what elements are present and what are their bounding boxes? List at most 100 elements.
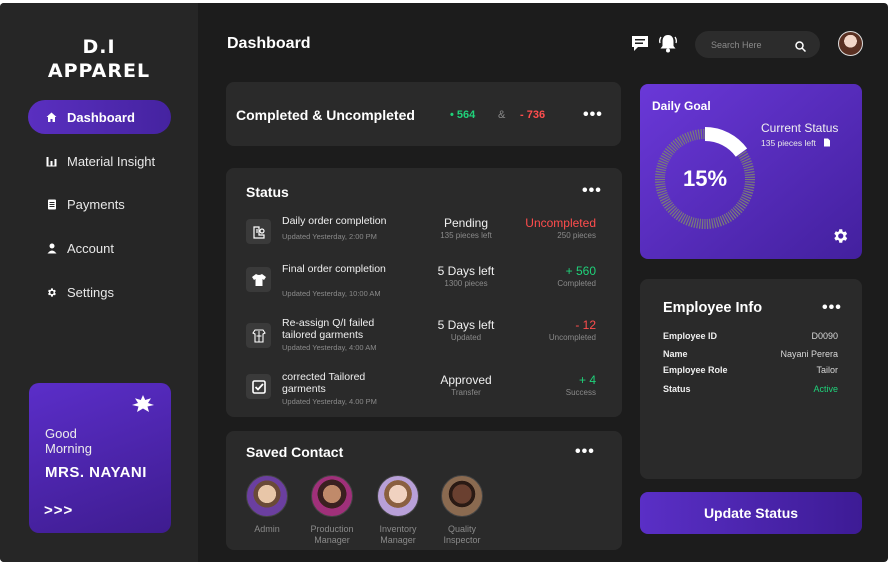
saved-contact-title: Saved Contact bbox=[246, 444, 344, 460]
more-options-button[interactable]: ••• bbox=[575, 444, 595, 460]
chat-icon[interactable] bbox=[631, 35, 649, 57]
contact-label: Quality bbox=[447, 524, 476, 534]
completed-separator: & bbox=[498, 109, 506, 121]
update-status-button[interactable]: Update Status bbox=[640, 492, 862, 534]
gear-icon bbox=[46, 287, 57, 298]
document-icon bbox=[46, 199, 57, 210]
contact-label: Manager bbox=[380, 535, 416, 545]
sidebar-item-dashboard[interactable]: Dashboard bbox=[28, 100, 171, 134]
status-row-result: + 560 bbox=[565, 264, 596, 278]
status-row[interactable]: Daily order completion Updated Yesterday… bbox=[246, 215, 596, 259]
contact-label: Admin bbox=[254, 524, 280, 534]
avatar bbox=[441, 475, 483, 517]
completed-value: • 564 bbox=[450, 109, 476, 121]
brand-line2: APPAREL bbox=[47, 60, 151, 82]
greeting-card: Good Morning MRS. NAYANI >>> bbox=[29, 383, 171, 533]
brand-logo: D.I APPAREL bbox=[0, 35, 198, 83]
sidebar-item-account[interactable]: Account bbox=[28, 231, 171, 265]
search-bar bbox=[695, 31, 820, 58]
employee-info-card: Employee Info ••• Employee ID D0090 Name… bbox=[640, 279, 862, 479]
status-row-title: Daily order completion bbox=[282, 215, 387, 227]
employee-row: Status Active bbox=[663, 384, 838, 394]
status-row-updated: Updated Yesterday, 4:00 AM bbox=[282, 343, 377, 352]
user-avatar[interactable] bbox=[838, 31, 863, 56]
uncompleted-value: - 736 bbox=[520, 109, 546, 121]
more-options-button[interactable]: ••• bbox=[583, 107, 603, 123]
sidebar-item-payments[interactable]: Payments bbox=[28, 187, 171, 221]
contact-inventory-manager[interactable]: Inventory Manager bbox=[363, 475, 433, 546]
status-row-title: Final order completion bbox=[282, 263, 386, 275]
daily-goal-title: Daily Goal bbox=[652, 99, 711, 113]
garment-icon bbox=[246, 323, 271, 348]
greeting-name: MRS. NAYANI bbox=[45, 464, 147, 481]
completed-card: Completed & Uncompleted • 564 & - 736 ••… bbox=[226, 82, 621, 146]
sidebar-item-label: Dashboard bbox=[67, 109, 135, 125]
sidebar-item-settings[interactable]: Settings bbox=[28, 275, 171, 309]
home-icon bbox=[46, 112, 57, 123]
daily-goal-card: Daily Goal 15% Current Status 135 pieces… bbox=[640, 84, 862, 259]
status-row[interactable]: corrected Tailored garments Updated Yest… bbox=[246, 371, 596, 415]
status-row-updated: Updated Yesterday, 10:00 AM bbox=[282, 289, 381, 298]
avatar bbox=[246, 475, 288, 517]
contact-admin[interactable]: Admin bbox=[232, 475, 302, 535]
app-window: D.I APPAREL Dashboard Material Insight P… bbox=[0, 3, 888, 562]
gear-icon[interactable] bbox=[831, 227, 849, 250]
saved-contact-card: Saved Contact ••• Admin Production Manage… bbox=[226, 431, 622, 550]
bar-chart-icon bbox=[46, 156, 57, 167]
bell-icon[interactable] bbox=[658, 33, 678, 58]
status-row-result: - 12 bbox=[575, 318, 596, 332]
sidebar-item-material-insight[interactable]: Material Insight bbox=[28, 144, 171, 178]
status-row-result-sub: 250 pieces bbox=[557, 231, 596, 240]
status-row-updated: Updated Yesterday, 4.00 PM bbox=[282, 397, 377, 406]
contact-quality-inspector[interactable]: Quality Inspector bbox=[427, 475, 497, 546]
contact-production-manager[interactable]: Production Manager bbox=[297, 475, 367, 546]
status-card: Status ••• Daily order completion Update… bbox=[226, 168, 622, 417]
status-row-result-sub: Completed bbox=[557, 279, 596, 288]
employee-row: Employee Role Tailor bbox=[663, 365, 838, 375]
contact-label: Manager bbox=[314, 535, 350, 545]
status-title: Status bbox=[246, 184, 289, 200]
status-row-updated: Updated Yesterday, 2:00 PM bbox=[282, 232, 377, 241]
more-options-button[interactable]: ••• bbox=[822, 300, 842, 316]
status-row-title: Re-assign Q/I failed tailored garments bbox=[282, 317, 375, 341]
employee-key: Employee ID bbox=[663, 331, 718, 341]
status-row[interactable]: Final order completion Updated Yesterday… bbox=[246, 263, 596, 307]
sidebar-item-label: Settings bbox=[67, 284, 114, 300]
contact-label: Production bbox=[310, 524, 354, 534]
brand-line1: D.I bbox=[82, 36, 116, 58]
search-input[interactable] bbox=[711, 39, 791, 50]
employee-value: Nayani Perera bbox=[780, 349, 838, 359]
sidebar-item-label: Payments bbox=[67, 196, 125, 212]
status-row-result-sub: Success bbox=[565, 388, 596, 397]
employee-row: Name Nayani Perera bbox=[663, 349, 838, 359]
sidebar-item-label: Material Insight bbox=[67, 153, 156, 169]
avatar bbox=[377, 475, 419, 517]
employee-info-title: Employee Info bbox=[663, 300, 763, 316]
current-status-pieces: 135 pieces left bbox=[761, 138, 816, 148]
badge-star-icon bbox=[132, 395, 154, 418]
status-row-result: Uncompleted bbox=[525, 216, 596, 230]
greeting-arrows-button[interactable]: >>> bbox=[44, 502, 73, 519]
employee-status-value: Active bbox=[813, 384, 838, 394]
checkbox-icon bbox=[246, 374, 271, 399]
employee-key: Employee Role bbox=[663, 365, 728, 375]
shirt-icon bbox=[246, 267, 271, 292]
status-row-result: + 4 bbox=[578, 373, 596, 387]
sewing-icon bbox=[246, 219, 271, 244]
completed-title: Completed & Uncompleted bbox=[236, 107, 415, 123]
sidebar: D.I APPAREL Dashboard Material Insight P… bbox=[0, 3, 198, 562]
greeting-line1: Good bbox=[45, 426, 77, 441]
employee-key: Status bbox=[663, 384, 691, 394]
status-row[interactable]: Re-assign Q/I failed tailored garments U… bbox=[246, 317, 596, 361]
daily-goal-percent: 15% bbox=[682, 166, 728, 191]
greeting-line2: Morning bbox=[45, 441, 92, 456]
document-icon bbox=[823, 138, 831, 149]
user-icon bbox=[46, 243, 57, 254]
sidebar-item-label: Account bbox=[67, 240, 114, 256]
more-options-button[interactable]: ••• bbox=[582, 183, 602, 199]
employee-value: Tailor bbox=[816, 365, 838, 375]
status-row-title: corrected Tailored garments bbox=[282, 371, 366, 395]
employee-key: Name bbox=[663, 349, 688, 359]
search-icon[interactable] bbox=[795, 39, 807, 57]
employee-row: Employee ID D0090 bbox=[663, 331, 838, 341]
